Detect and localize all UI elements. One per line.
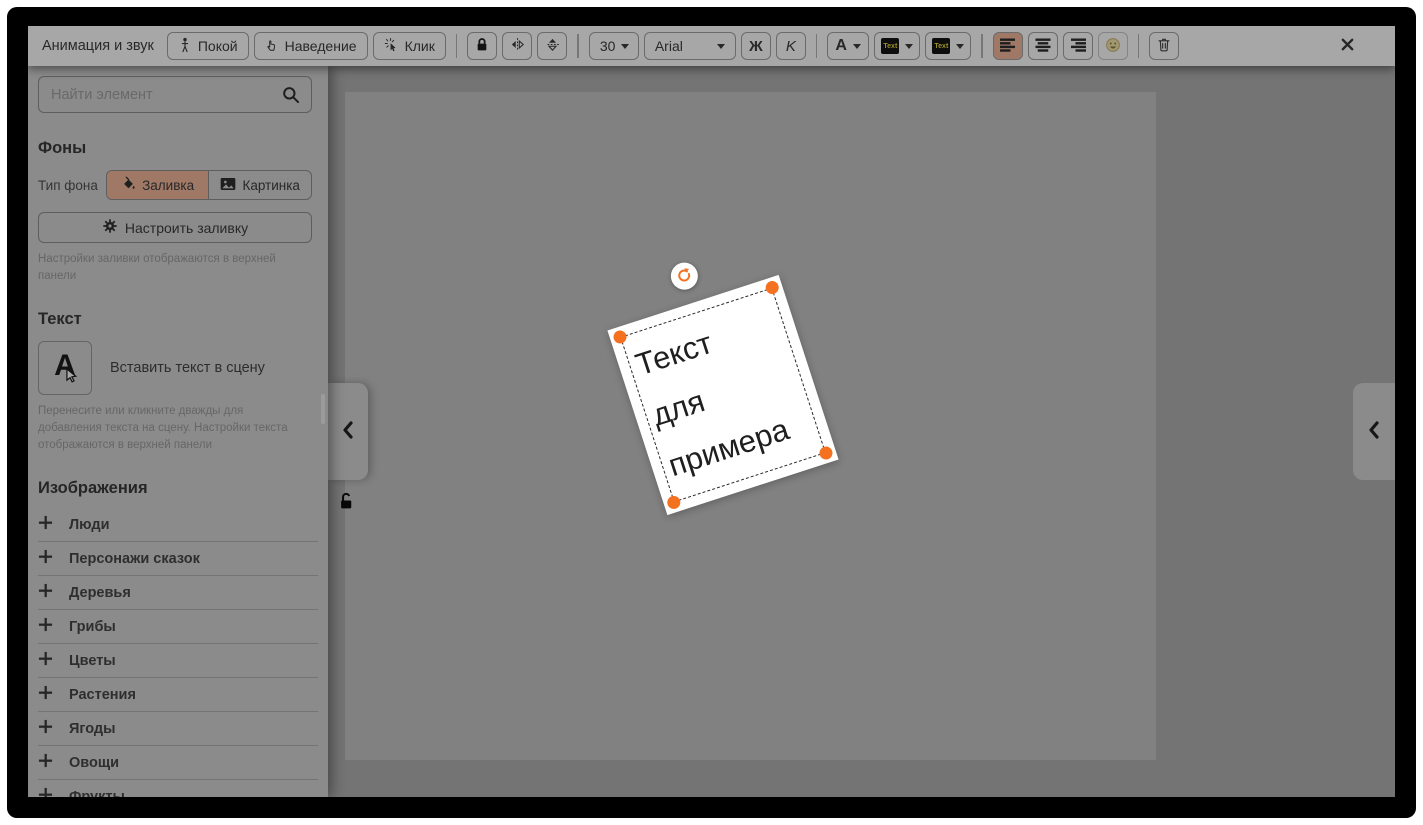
screenshot-stage: Анимация и звук Покой Наведение Клик [0, 0, 1423, 825]
rotate-icon [673, 264, 695, 288]
